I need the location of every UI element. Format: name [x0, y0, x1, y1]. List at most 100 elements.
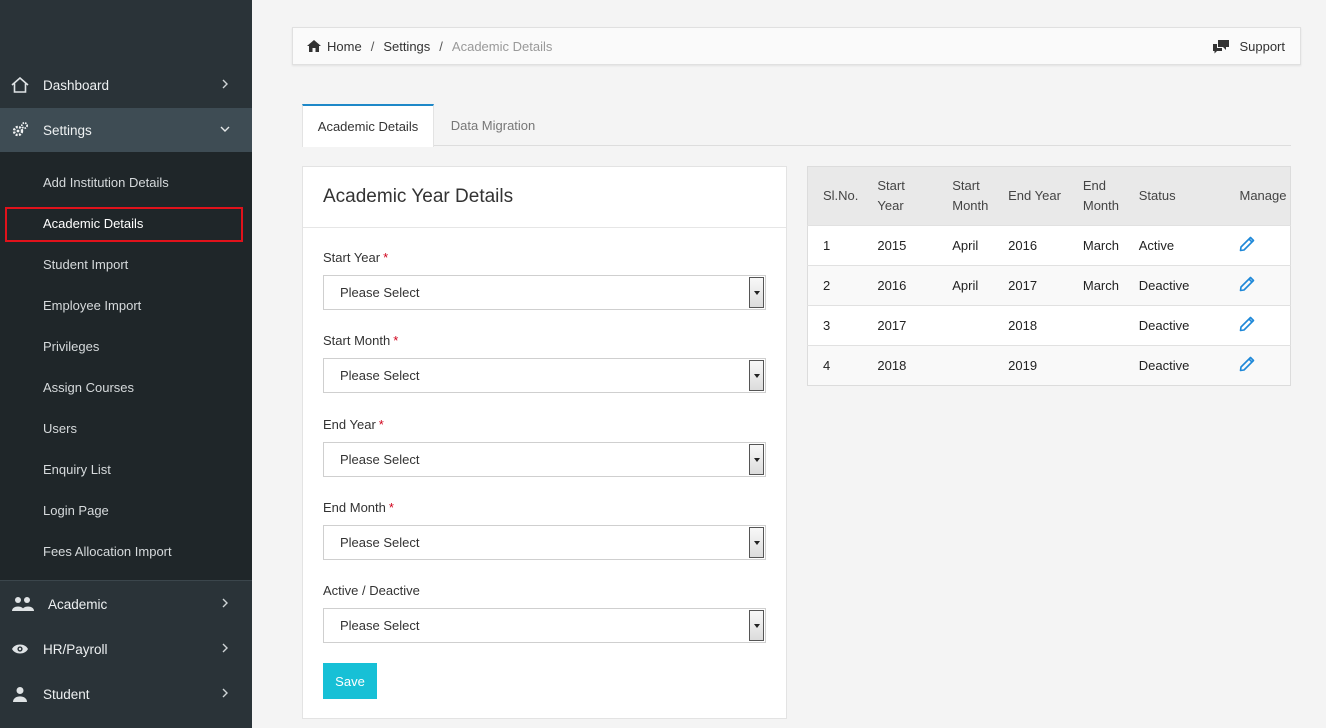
sidebar-item-enquiry-list[interactable]: Enquiry List [43, 462, 111, 477]
cell-start-month: April [952, 278, 979, 293]
support-link[interactable]: Support [1213, 39, 1285, 54]
col-header-status: Status [1138, 188, 1176, 203]
sidebar-item-fees-allocation-import[interactable]: Fees Allocation Import [43, 544, 172, 559]
cell-slno: 4 [823, 358, 831, 373]
tab-bar: Academic Details Data Migration [302, 104, 1291, 147]
dropdown-arrow-icon [749, 610, 764, 641]
required-mark: * [383, 250, 389, 265]
end-month-select[interactable]: Please Select [323, 525, 766, 560]
table-row: 4 2018 2019 Deactive [807, 345, 1291, 386]
academic-years-table: Sl.No. Start Year Start Month End Year E… [807, 166, 1291, 386]
end-year-label-text: End Year [323, 417, 376, 432]
cell-start-year: 2017 [877, 318, 907, 333]
start-month-select[interactable]: Please Select [323, 358, 766, 393]
home-icon [10, 75, 30, 95]
nav-hr-payroll[interactable]: HR/Payroll [0, 627, 252, 671]
dropdown-arrow-icon [749, 360, 764, 391]
start-year-value: Please Select [340, 285, 420, 300]
tab-data-migration[interactable]: Data Migration [434, 104, 552, 146]
support-label: Support [1239, 39, 1285, 54]
breadcrumb-home[interactable]: Home [327, 39, 362, 54]
cell-status: Deactive [1138, 278, 1190, 293]
col-header-start-year: Start Year [877, 178, 905, 213]
cell-manage [1239, 346, 1290, 386]
sidebar-item-add-institution-details[interactable]: Add Institution Details [43, 175, 169, 190]
sidebar-item-employee-import[interactable]: Employee Import [43, 298, 141, 313]
sidebar-item-assign-courses[interactable]: Assign Courses [43, 380, 134, 395]
chevron-right-icon [218, 596, 232, 610]
chevron-down-icon [218, 122, 232, 136]
save-button[interactable]: Save [323, 663, 377, 699]
cell-end-year: 2018 [1008, 318, 1038, 333]
sidebar-item-privileges[interactable]: Privileges [43, 339, 99, 354]
sidebar-item-login-page[interactable]: Login Page [43, 503, 109, 518]
cell-start-year: 2018 [877, 358, 907, 373]
sidebar-item-users[interactable]: Users [43, 421, 77, 436]
end-month-label: End Month * [323, 500, 394, 515]
nav-dashboard-label: Dashboard [43, 77, 110, 93]
dropdown-arrow-icon [749, 444, 764, 475]
sidebar-item-student-import[interactable]: Student Import [43, 257, 128, 272]
panel-title: Academic Year Details [303, 167, 786, 228]
status-select[interactable]: Please Select [323, 608, 766, 643]
end-year-select[interactable]: Please Select [323, 442, 766, 477]
required-mark: * [378, 417, 384, 432]
tab-academic-details[interactable]: Academic Details [302, 104, 434, 147]
cell-status: Deactive [1138, 318, 1190, 333]
comments-icon [1213, 39, 1230, 53]
chevron-right-icon [218, 77, 232, 91]
user-icon [10, 684, 30, 704]
cell-end-month [1083, 306, 1139, 346]
nav-student[interactable]: Student [0, 672, 252, 716]
cell-end-month [1083, 346, 1139, 386]
table-row: 1 2015 April 2016 March Active [807, 225, 1291, 266]
start-month-label: Start Month * [323, 333, 398, 348]
dropdown-arrow-icon [749, 277, 764, 308]
edit-pencil-icon[interactable] [1239, 316, 1255, 332]
users-icon [10, 594, 36, 614]
breadcrumb-settings[interactable]: Settings [383, 39, 430, 54]
breadcrumb-separator: / [370, 38, 375, 54]
start-month-value: Please Select [340, 368, 420, 383]
status-value: Please Select [340, 618, 420, 633]
edit-pencil-icon[interactable] [1239, 276, 1255, 292]
chevron-right-icon [218, 641, 232, 655]
nav-student-label: Student [43, 686, 90, 702]
cell-start-month: April [952, 238, 979, 253]
nav-dashboard[interactable]: Dashboard [0, 63, 252, 107]
dropdown-arrow-icon [749, 527, 764, 558]
selected-item-highlight [5, 207, 243, 242]
start-year-select[interactable]: Please Select [323, 275, 766, 310]
cell-start-year: 2015 [877, 238, 907, 253]
edit-pencil-icon[interactable] [1239, 356, 1255, 372]
col-header-end-year: End Year [1008, 188, 1061, 203]
status-label: Active / Deactive [323, 583, 420, 598]
cell-start-month [952, 306, 1008, 346]
end-year-label: End Year * [323, 417, 384, 432]
col-header-manage: Manage [1239, 188, 1287, 203]
cell-manage [1239, 306, 1290, 346]
table-header-row: Sl.No. Start Year Start Month End Year E… [807, 166, 1291, 226]
nav-academic[interactable]: Academic [0, 582, 252, 626]
cell-status: Deactive [1138, 358, 1190, 373]
breadcrumb-separator: / [439, 38, 443, 54]
end-month-label-text: End Month [323, 500, 386, 515]
cell-slno: 3 [823, 318, 831, 333]
gears-icon [10, 120, 30, 140]
sidebar-divider [0, 580, 252, 581]
cell-status: Active [1138, 238, 1175, 253]
start-month-label-text: Start Month [323, 333, 391, 348]
academic-year-form-panel: Academic Year Details Start Year * Please… [302, 166, 787, 719]
cell-end-month: March [1082, 278, 1119, 293]
edit-pencil-icon[interactable] [1239, 236, 1255, 252]
nav-settings[interactable]: Settings [0, 108, 252, 152]
breadcrumb-bar: Home / Settings / Academic Details Suppo… [292, 27, 1301, 65]
nav-settings-label: Settings [43, 122, 92, 138]
cell-slno: 1 [823, 238, 831, 253]
cell-start-month [952, 346, 1008, 386]
col-header-start-month: Start Month [952, 178, 989, 213]
nav-hr-payroll-label: HR/Payroll [43, 641, 108, 657]
table-row: 2 2016 April 2017 March Deactive [807, 265, 1291, 306]
cell-end-year: 2019 [1008, 358, 1038, 373]
cell-slno: 2 [823, 278, 831, 293]
